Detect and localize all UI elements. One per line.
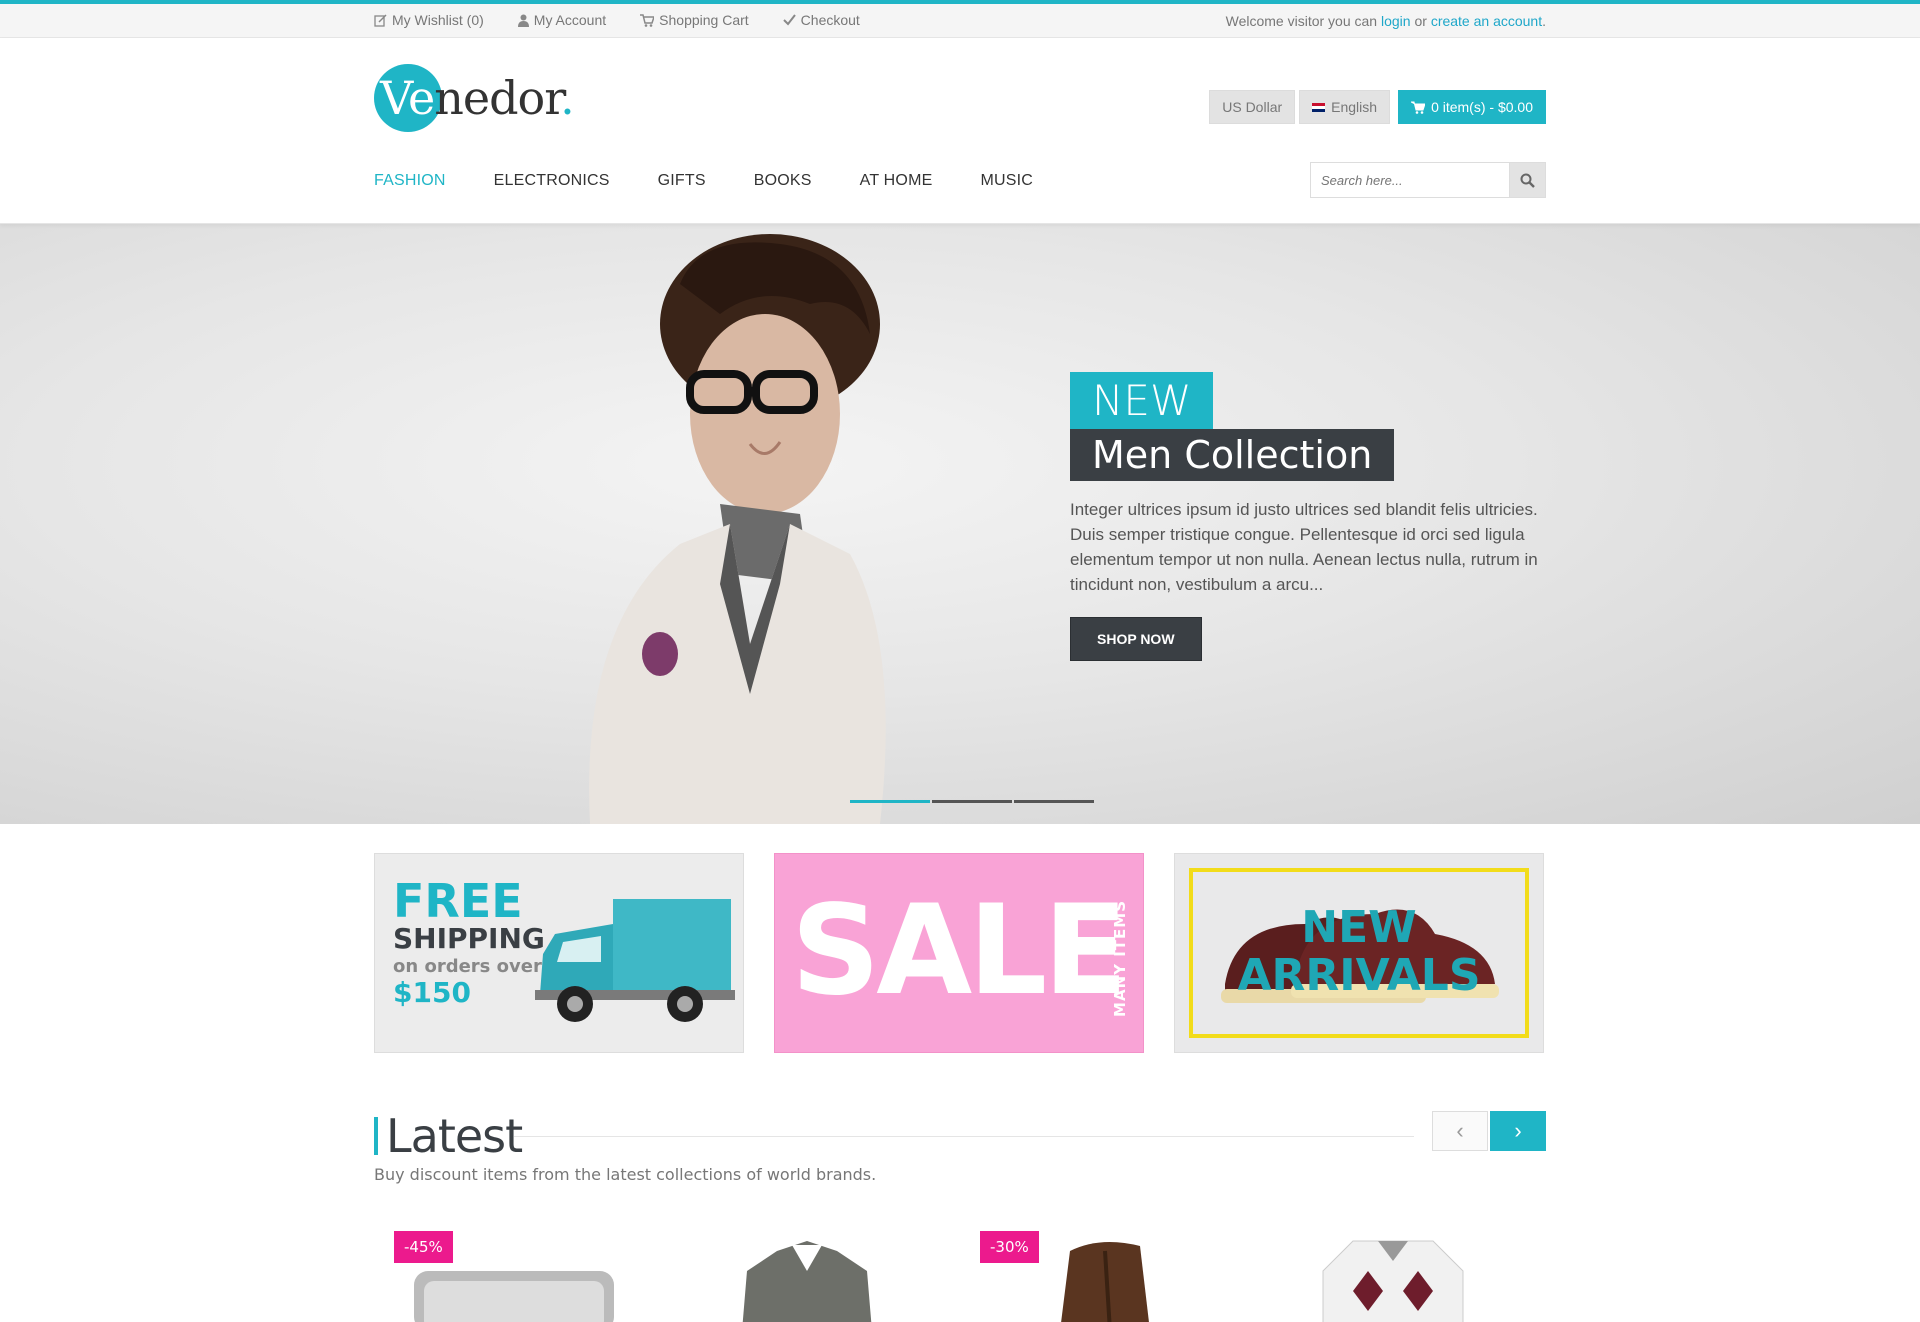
language-selector[interactable]: English xyxy=(1299,90,1391,124)
logo-part2: nedor xyxy=(434,71,561,125)
banner-sale-text: SALE xyxy=(791,879,1128,1023)
nav-electronics[interactable]: ELECTRONICS xyxy=(494,172,610,190)
hero-description: Integer ultrices ipsum id justo ultrices… xyxy=(1070,500,1538,594)
welcome-message: Welcome visitor you can login or create … xyxy=(1226,13,1546,29)
hero-slider: NEW Men Collection Integer ultrices ipsu… xyxy=(0,224,1920,824)
banner-shipping-text: SHIPPING xyxy=(393,922,545,955)
product-card[interactable]: -45% xyxy=(374,1231,667,1322)
checkout-label: Checkout xyxy=(800,12,860,28)
create-account-link[interactable]: create an account xyxy=(1431,13,1542,29)
currency-label: US Dollar xyxy=(1222,99,1283,115)
account-link[interactable]: My Account xyxy=(517,12,607,28)
welcome-period: . xyxy=(1542,13,1546,29)
cart-summary: 0 item(s) - $0.00 xyxy=(1431,99,1533,115)
hero-model-image xyxy=(589,234,886,824)
nav-music[interactable]: MUSIC xyxy=(980,172,1033,190)
wishlist-link[interactable]: My Wishlist (0) xyxy=(374,12,484,28)
language-label: English xyxy=(1331,99,1378,115)
delivery-truck-icon xyxy=(535,899,735,1022)
welcome-prefix: Welcome visitor you can xyxy=(1225,13,1378,29)
account-label: My Account xyxy=(533,12,607,28)
slide-indicator-3[interactable] xyxy=(1014,800,1094,803)
logo-dot: . xyxy=(560,71,575,125)
check-icon xyxy=(782,14,796,26)
banner-many-items-text: MANY ITEMS xyxy=(1111,900,1129,1017)
site-header: Venedor. US Dollar English 0 item(s) - $… xyxy=(0,38,1920,224)
carousel-controls: ‹ › xyxy=(1432,1111,1546,1151)
site-logo[interactable]: Venedor. xyxy=(374,64,575,132)
banner-arrivals-text: ARRIVALS xyxy=(1237,950,1481,1001)
shopping-cart-label: Shopping Cart xyxy=(659,12,749,28)
currency-selector[interactable]: US Dollar xyxy=(1209,90,1296,124)
latest-title: Latest xyxy=(374,1111,523,1161)
cart-icon xyxy=(640,13,655,27)
nav-books[interactable]: BOOKS xyxy=(754,172,812,190)
hero-content: NEW Men Collection Integer ultrices ipsu… xyxy=(1070,372,1540,661)
top-links: My Wishlist (0) My Account Shopping Cart… xyxy=(374,12,860,28)
top-bar: My Wishlist (0) My Account Shopping Cart… xyxy=(0,4,1920,38)
slide-indicator-1[interactable] xyxy=(850,800,930,803)
sale-banner[interactable]: SALE MANY ITEMS xyxy=(774,853,1144,1053)
carousel-next-button[interactable]: › xyxy=(1490,1111,1546,1151)
edit-icon xyxy=(374,13,387,27)
checkout-link[interactable]: Checkout xyxy=(782,12,860,28)
free-shipping-banner[interactable]: FREE SHIPPING on orders over $150 xyxy=(374,853,744,1053)
logo-text: Venedor. xyxy=(374,71,575,125)
banner-orders-text: on orders over xyxy=(393,956,542,977)
new-arrivals-banner[interactable]: NEW ARRIVALS xyxy=(1174,853,1544,1053)
uk-flag-icon xyxy=(1312,102,1326,112)
search-input[interactable] xyxy=(1310,162,1510,198)
product-card[interactable] xyxy=(1253,1231,1546,1322)
search-icon xyxy=(1520,173,1535,188)
carousel-prev-button[interactable]: ‹ xyxy=(1432,1111,1488,1151)
wishlist-label: My Wishlist (0) xyxy=(392,12,484,28)
promo-banners: FREE SHIPPING on orders over $150 SALE M… xyxy=(374,853,1546,1053)
search-box xyxy=(1310,162,1546,198)
latest-section-header: Latest Buy discount items from the lates… xyxy=(374,1111,1546,1191)
user-icon xyxy=(517,14,529,27)
logo-part1: Ve xyxy=(380,71,435,125)
slider-indicators xyxy=(850,800,1094,803)
login-link[interactable]: login xyxy=(1381,13,1411,29)
search-button[interactable] xyxy=(1510,162,1546,198)
banner-amount-text: $150 xyxy=(393,976,471,1009)
cart-icon xyxy=(1411,101,1426,114)
latest-products: -45% -30% xyxy=(374,1231,1546,1322)
banner-free-text: FREE xyxy=(393,874,523,928)
nav-at-home[interactable]: AT HOME xyxy=(860,172,933,190)
discount-badge: -30% xyxy=(980,1231,1039,1263)
latest-divider xyxy=(514,1136,1414,1137)
product-card[interactable]: -30% xyxy=(960,1231,1253,1322)
sweater-image xyxy=(1322,1240,1464,1322)
hero-title: Men Collection xyxy=(1070,429,1395,481)
welcome-or: or xyxy=(1414,13,1427,29)
discount-badge: -45% xyxy=(394,1231,453,1263)
shop-now-button[interactable]: SHOP NOW xyxy=(1070,617,1202,661)
header-controls: US Dollar English 0 item(s) - $0.00 xyxy=(1209,90,1546,124)
banner-new-text: NEW xyxy=(1301,902,1417,953)
chevron-left-icon: ‹ xyxy=(1456,1118,1464,1143)
chevron-right-icon: › xyxy=(1514,1118,1522,1143)
product-card[interactable] xyxy=(667,1231,960,1322)
shopping-cart-link[interactable]: Shopping Cart xyxy=(640,12,749,28)
header-cart-button[interactable]: 0 item(s) - $0.00 xyxy=(1398,90,1546,124)
hero-tag-new: NEW xyxy=(1070,372,1214,429)
slide-indicator-2[interactable] xyxy=(932,800,1012,803)
jacket-image xyxy=(742,1241,872,1322)
nav-fashion[interactable]: FASHION xyxy=(374,172,446,190)
banner-new-arrivals-text: NEW ARRIVALS xyxy=(1175,904,1543,1000)
main-nav: FASHION ELECTRONICS GIFTS BOOKS AT HOME … xyxy=(374,172,1081,190)
latest-subtitle: Buy discount items from the latest colle… xyxy=(374,1165,877,1184)
nav-gifts[interactable]: GIFTS xyxy=(658,172,706,190)
